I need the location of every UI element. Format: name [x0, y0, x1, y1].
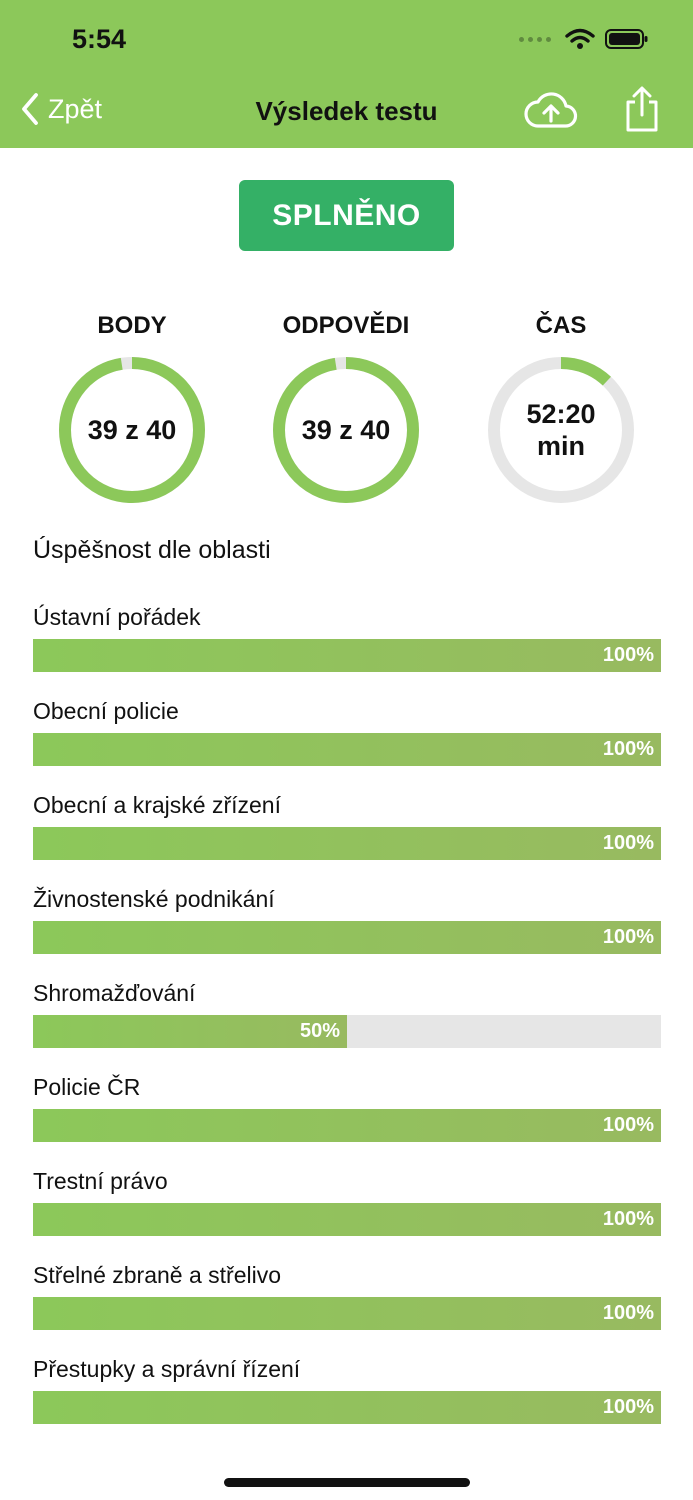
progress-ring: 39 z 40 — [271, 355, 421, 505]
category-row: Živnostenské podnikání 100% — [33, 882, 661, 976]
category-row: Přestupky a správní řízení 100% — [33, 1352, 661, 1446]
progress-bar-fill: 100% — [33, 827, 661, 860]
category-list: Ústavní pořádek 100% Obecní policie 100%… — [33, 600, 661, 1446]
progress-bar: 50% — [33, 1015, 661, 1048]
progress-bar: 100% — [33, 639, 661, 672]
category-row: Obecní a krajské zřízení 100% — [33, 788, 661, 882]
progress-bar-fill: 100% — [33, 1109, 661, 1142]
header-bar: 5:54 Zpět Výsledek testu — [0, 0, 693, 148]
progress-bar: 100% — [33, 733, 661, 766]
progress-bar: 100% — [33, 1297, 661, 1330]
category-label: Trestní právo — [33, 1168, 168, 1194]
progress-bar-fill: 100% — [33, 733, 661, 766]
progress-bar: 100% — [33, 1391, 661, 1424]
signal-icon — [519, 36, 551, 42]
stat-answers: ODPOVĚDI 39 z 40 — [251, 308, 441, 505]
progress-bar-fill: 100% — [33, 921, 661, 954]
stat-value: 39 z 40 — [87, 415, 177, 445]
progress-bar-value: 100% — [602, 832, 654, 854]
progress-bar-fill: 100% — [33, 1203, 661, 1236]
section-title: Úspěšnost dle oblasti — [33, 536, 271, 564]
stat-time: ČAS 52:20 min — [466, 308, 656, 505]
stat-title: ČAS — [535, 312, 587, 339]
progress-bar-value: 100% — [602, 1208, 654, 1230]
battery-icon — [605, 29, 648, 49]
progress-ring: 39 z 40 — [57, 355, 207, 505]
progress-bar: 100% — [33, 1203, 661, 1236]
upload-button[interactable] — [524, 88, 578, 137]
stat-points: BODY 39 z 40 — [37, 308, 227, 505]
category-label: Živnostenské podnikání — [33, 886, 275, 912]
stat-title: BODY — [97, 312, 167, 339]
category-row: Policie ČR 100% — [33, 1070, 661, 1164]
home-indicator — [224, 1478, 470, 1487]
progress-bar: 100% — [33, 921, 661, 954]
progress-bar-value: 100% — [602, 1114, 654, 1136]
category-row: Střelné zbraně a střelivo 100% — [33, 1258, 661, 1352]
progress-ring: 52:20 min — [486, 355, 636, 505]
category-label: Střelné zbraně a střelivo — [33, 1262, 282, 1288]
category-row: Ústavní pořádek 100% — [33, 600, 661, 694]
progress-bar: 100% — [33, 1109, 661, 1142]
category-label: Přestupky a správní řízení — [33, 1356, 301, 1382]
progress-bar-value: 100% — [602, 1396, 654, 1418]
category-row: Shromažďování 50% — [33, 976, 661, 1070]
progress-bar-fill: 50% — [33, 1015, 347, 1048]
progress-bar-value: 100% — [602, 926, 654, 948]
category-label: Ústavní pořádek — [33, 604, 201, 630]
progress-bar-fill: 100% — [33, 1391, 661, 1424]
stat-value: 52:20 min — [486, 355, 636, 505]
progress-bar-value: 50% — [299, 1020, 340, 1042]
category-label: Policie ČR — [33, 1074, 141, 1100]
page-title: Výsledek testu — [255, 96, 438, 126]
cloud-upload-icon — [524, 92, 578, 128]
category-row: Obecní policie 100% — [33, 694, 661, 788]
progress-bar-fill: 100% — [33, 639, 661, 672]
status-icons — [519, 28, 649, 50]
category-row: Trestní právo 100% — [33, 1164, 661, 1258]
stat-value: 39 z 40 — [301, 415, 391, 445]
category-label: Obecní a krajské zřízení — [33, 792, 281, 818]
category-label: Obecní policie — [33, 698, 179, 724]
progress-bar-fill: 100% — [33, 1297, 661, 1330]
category-label: Shromažďování — [33, 980, 196, 1006]
share-button[interactable] — [622, 84, 662, 139]
stat-title: ODPOVĚDI — [282, 312, 410, 339]
stat-value-time: 52:20 — [526, 399, 596, 429]
wifi-icon — [565, 28, 595, 49]
stat-value-unit: min — [536, 431, 585, 461]
share-icon — [626, 86, 658, 132]
status-time: 5:54 — [72, 24, 127, 54]
result-badge: SPLNĚNO — [239, 180, 454, 251]
progress-bar-value: 100% — [602, 1302, 654, 1324]
progress-bar-value: 100% — [602, 738, 654, 760]
progress-bar-value: 100% — [602, 644, 654, 666]
progress-bar: 100% — [33, 827, 661, 860]
